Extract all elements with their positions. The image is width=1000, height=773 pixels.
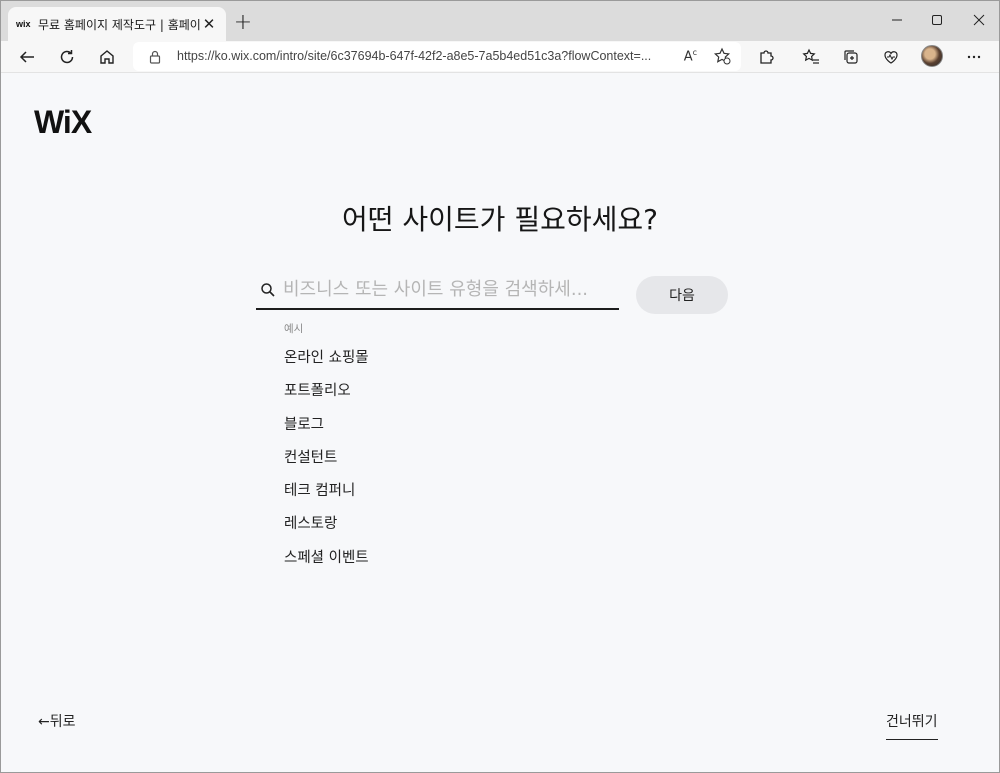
url-text[interactable]: https://ko.wix.com/intro/site/6c37694b-6… [177,49,667,63]
collections-icon[interactable] [837,43,865,71]
maximize-icon[interactable] [915,5,959,35]
skip-link[interactable]: 건너뛰기 [886,711,938,740]
avatar[interactable] [921,45,943,67]
next-button[interactable]: 다음 [636,276,728,314]
address-bar[interactable]: https://ko.wix.com/intro/site/6c37694b-6… [133,42,741,71]
list-item[interactable]: 포트폴리오 [284,381,369,414]
close-icon[interactable]: ✕ [200,15,218,33]
list-item[interactable]: 레스토랑 [284,514,369,547]
lock-icon[interactable] [149,49,161,68]
minimize-icon[interactable] [875,5,919,35]
heart-pulse-icon[interactable] [877,43,905,71]
close-window-icon[interactable] [957,5,1000,35]
browser-window: wix 무료 홈페이지 제작도구 | 홈페이지 ✕ + https://ko.w… [0,0,1000,773]
search-input[interactable] [283,274,617,304]
favorites-icon[interactable] [797,43,825,71]
refresh-icon[interactable] [53,43,81,71]
list-item[interactable]: 테크 컴퍼니 [284,481,369,514]
plus-icon[interactable]: + [231,10,255,35]
list-item[interactable]: 스페셜 이벤트 [284,548,369,581]
read-aloud-icon[interactable]: Aⅽ [684,48,697,64]
puzzle-icon[interactable] [752,43,780,71]
star-plus-icon[interactable] [713,47,731,69]
list-item[interactable]: 컨설턴트 [284,448,369,481]
tab-title: 무료 홈페이지 제작도구 | 홈페이지 [38,17,200,32]
search-icon [260,282,276,302]
tab-strip: wix 무료 홈페이지 제작도구 | 홈페이지 ✕ + [1,1,999,41]
home-icon[interactable] [93,43,121,71]
examples-list: 예시 온라인 쇼핑몰 포트폴리오 블로그 컨설턴트 테크 컴퍼니 레스토랑 스페… [284,321,369,581]
page-content: WiX 어떤 사이트가 필요하세요? 다음 예시 온라인 쇼핑몰 포트폴리오 블… [1,74,999,772]
arrow-left-icon[interactable] [13,43,41,71]
more-icon[interactable] [960,43,988,71]
page-title: 어떤 사이트가 필요하세요? [341,203,659,236]
list-item[interactable]: 블로그 [284,415,369,448]
back-link[interactable]: ←뒤로 [38,711,76,731]
active-tab[interactable]: wix 무료 홈페이지 제작도구 | 홈페이지 ✕ [8,7,226,41]
wix-logo: WiX [34,104,92,140]
search-field[interactable] [256,272,619,310]
wix-favicon-icon: wix [16,19,31,29]
examples-label: 예시 [284,323,304,335]
list-item[interactable]: 온라인 쇼핑몰 [284,348,369,381]
browser-toolbar: https://ko.wix.com/intro/site/6c37694b-6… [1,41,999,73]
